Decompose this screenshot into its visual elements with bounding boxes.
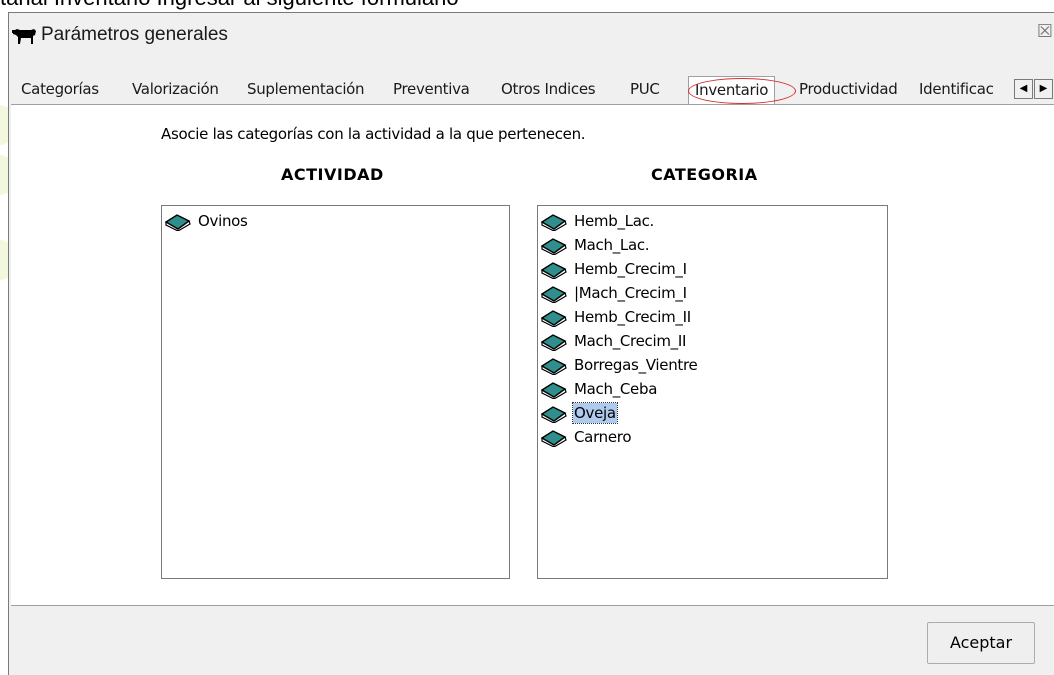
- tab-identificacion[interactable]: Identificac: [919, 80, 994, 98]
- actividad-header: ACTIVIDAD: [281, 165, 384, 184]
- book-icon: [541, 430, 567, 447]
- categoria-item-label: Hemb_Crecim_II: [574, 308, 691, 326]
- book-icon: [165, 214, 191, 231]
- tab-scroll-right-icon[interactable]: ▶: [1034, 79, 1053, 99]
- book-icon: [541, 286, 567, 303]
- cow-icon: [12, 29, 36, 44]
- parametros-generales-dialog: Parámetros generales ☒ Categorías Valori…: [8, 12, 1054, 675]
- tab-productividad[interactable]: Productividad: [799, 80, 898, 98]
- categoria-item-label: Oveja: [572, 402, 618, 424]
- title-bar: Parámetros generales ☒: [9, 13, 1054, 60]
- book-icon: [541, 238, 567, 255]
- actividad-listbox[interactable]: Ovinos: [161, 205, 510, 579]
- tab-suplementacion[interactable]: Suplementación: [247, 80, 365, 98]
- tab-preventiva[interactable]: Preventiva: [393, 80, 470, 98]
- book-icon: [541, 310, 567, 327]
- window-title: Parámetros generales: [41, 24, 228, 45]
- instructions-text: Asocie las categorías con la actividad a…: [161, 125, 586, 143]
- tab-strip: Categorías Valorización Suplementación P…: [9, 76, 1054, 104]
- categoria-item-label: Borregas_Vientre: [574, 356, 698, 374]
- book-icon: [541, 334, 567, 351]
- actividad-item-label: Ovinos: [198, 212, 248, 230]
- categoria-listbox[interactable]: Hemb_Lac. Mach_Lac. Hemb_Crecim_I |Mach_…: [537, 205, 888, 579]
- categoria-header: CATEGORIA: [651, 165, 758, 184]
- book-icon: [541, 214, 567, 231]
- book-icon: [541, 406, 567, 423]
- tab-scroll-left-icon[interactable]: ◀: [1014, 79, 1033, 99]
- categoria-item-label: Mach_Crecim_II: [574, 332, 687, 350]
- book-icon: [541, 382, 567, 399]
- tab-inventario[interactable]: Inventario: [688, 76, 776, 104]
- categoria-item-label: Mach_Ceba: [574, 380, 658, 398]
- aceptar-button[interactable]: Aceptar: [927, 622, 1035, 664]
- tab-scroll-arrows: ◀ ▶: [1014, 79, 1054, 99]
- background-caption: tanal Inventario Ingresar al siguiente f…: [0, 0, 1054, 12]
- tab-puc[interactable]: PUC: [630, 80, 660, 98]
- categoria-item-label: Hemb_Lac.: [574, 212, 655, 230]
- categoria-item-label: |Mach_Crecim_I: [574, 284, 687, 302]
- book-icon: [541, 358, 567, 375]
- categoria-item-label: Carnero: [574, 428, 632, 446]
- categoria-item-label: Hemb_Crecim_I: [574, 260, 687, 278]
- tab-categorias[interactable]: Categorías: [21, 80, 99, 98]
- book-icon: [541, 262, 567, 279]
- tab-otros-indices[interactable]: Otros Indices: [501, 80, 596, 98]
- inventario-panel: Asocie las categorías con la actividad a…: [11, 104, 1054, 606]
- tab-valorizacion[interactable]: Valorización: [132, 80, 219, 98]
- close-button[interactable]: ☒: [1036, 21, 1054, 43]
- categoria-item-label: Mach_Lac.: [574, 236, 650, 254]
